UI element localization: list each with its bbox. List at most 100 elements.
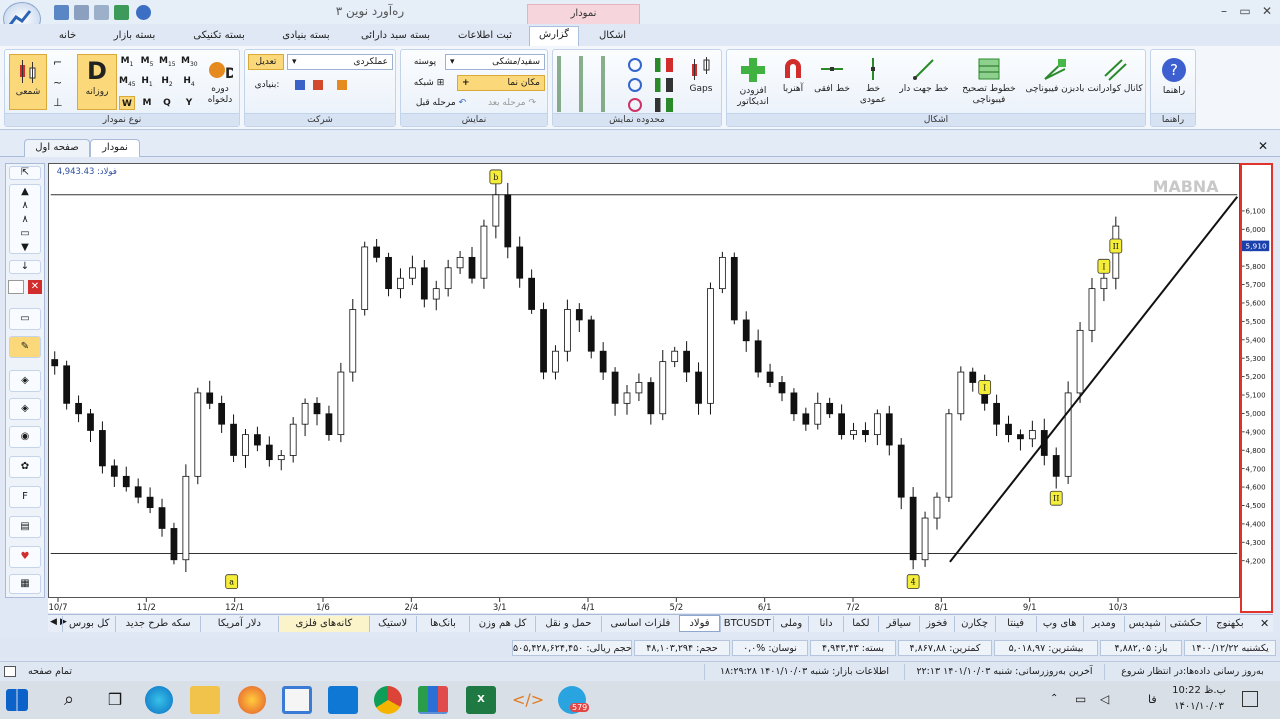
next-step-button[interactable]: مرحله بعد ↷ [481, 96, 543, 110]
menu-tab-1[interactable]: بسته بازار [97, 28, 172, 46]
fullscreen-label[interactable]: تمام صفحه [20, 664, 80, 680]
tadil-button[interactable]: تعدیل [248, 54, 284, 70]
symbol-tab-17[interactable]: بانک‌ها [415, 616, 469, 632]
symbol-tab-3[interactable]: ومدیر [1082, 616, 1124, 632]
magnet-button[interactable]: آهنربا [775, 56, 811, 95]
color-swatch[interactable] [8, 280, 24, 294]
price-chart[interactable]: فولاد: 4,943.43 MABNA ab4IIIIII [48, 163, 1240, 598]
grid-toggle[interactable]: شبکه ⊞ [405, 76, 453, 90]
vscode-icon[interactable]: </> [512, 686, 544, 714]
symbol-tab-11[interactable]: وملی [773, 616, 808, 632]
bonyadi-icon-2[interactable] [313, 80, 323, 90]
symbol-tab-12[interactable]: BTCUSDT [720, 616, 773, 632]
clock-time[interactable]: 10:22 ب.ظ [1172, 685, 1226, 696]
back-icon[interactable] [136, 5, 151, 20]
help-button[interactable]: ? راهنما [1155, 56, 1193, 97]
zoom-reset-icon[interactable] [628, 98, 642, 112]
delete-drawing-icon[interactable]: ✕ [28, 280, 42, 294]
save-icon[interactable] [54, 5, 69, 20]
fibonacci-retracement-button[interactable]: خطوط تصحیح فیبوناچی [955, 56, 1023, 106]
symbol-tab-21[interactable]: سکه طرح جدید [115, 616, 199, 632]
menu-tab-5[interactable]: ثبت اطلاعات [445, 28, 525, 46]
directional-line-button[interactable]: خط جهت دار [897, 56, 951, 95]
menu-tab-6[interactable]: گزارش [529, 26, 579, 46]
symbol-tab-10[interactable]: دانا [808, 616, 843, 632]
scroll-left-icon[interactable]: ◀ [50, 617, 57, 627]
vertical-line-button[interactable]: خط عمودی [853, 56, 893, 106]
symbol-tab-9[interactable]: لکما [843, 616, 878, 632]
cursor-button[interactable]: + مکان نما [457, 75, 545, 91]
menu-tab-7[interactable]: اشکال [585, 28, 640, 46]
tab-home-page[interactable]: صفحه اول [24, 139, 90, 157]
quadrant-channel-button[interactable]: کانال کوادرانت [1087, 56, 1143, 95]
range-candle-icon-3[interactable] [655, 98, 673, 112]
timeframe-h1[interactable]: H1 [139, 74, 155, 88]
horizontal-line-button[interactable]: خط افقی [813, 56, 851, 95]
theme-select[interactable]: سفید/مشکی ▾ [445, 54, 545, 70]
store-icon[interactable] [282, 686, 312, 714]
timeframe-m1[interactable]: M1 [119, 54, 135, 68]
symbol-tab-14[interactable]: فلزات اساسی [600, 616, 679, 632]
search-icon[interactable]: ⌕ [54, 686, 84, 714]
timeframe-m5[interactable]: M5 [139, 54, 155, 68]
timeframe-weekly[interactable]: W [119, 96, 135, 110]
symbol-tab-7[interactable]: فخوز [918, 616, 954, 632]
timeframe-m45[interactable]: M45 [119, 74, 136, 88]
symbol-tab-0[interactable]: بکهنوج [1205, 616, 1253, 632]
symbol-tab-16[interactable]: کل هم وزن [469, 616, 535, 632]
table-icon[interactable]: ▦ [9, 574, 41, 594]
indicator-icon-3[interactable]: ◉ [9, 426, 41, 448]
document-icon[interactable]: ▤ [9, 516, 41, 538]
excel-icon[interactable]: X [466, 686, 496, 714]
tray-chevron-icon[interactable]: ⌃ [1050, 693, 1058, 704]
pencil-icon[interactable]: ✎ [9, 336, 41, 358]
symbol-tab-6[interactable]: چکارن [953, 616, 995, 632]
mail-icon[interactable] [328, 686, 358, 714]
symbol-tab-20[interactable]: دلار آمریکا [199, 616, 278, 632]
menu-tab-2[interactable]: بسته تکنیکی [174, 28, 264, 46]
trend-line[interactable] [949, 196, 1239, 563]
symbol-tab-4[interactable]: های وپ [1035, 616, 1083, 632]
bonyadi-icon-1[interactable] [295, 80, 305, 90]
zoom-in-icon[interactable] [628, 58, 642, 72]
eraser-icon[interactable]: ▭ [9, 308, 41, 330]
prev-step-button[interactable]: مرحله قبل ↶ [405, 96, 477, 110]
timeframe-h4[interactable]: H4 [181, 74, 197, 88]
notification-icon[interactable] [1242, 691, 1258, 707]
menu-tab-3[interactable]: بسته بنیادی [266, 28, 346, 46]
zoom-out-icon[interactable] [628, 78, 642, 92]
chrome-icon[interactable] [374, 686, 402, 714]
network-icon[interactable]: ▭ [1075, 692, 1086, 706]
close-button[interactable]: ✕ [1258, 3, 1276, 19]
edge-icon[interactable] [145, 686, 173, 714]
fibonacci-fan-button[interactable]: بادبزن فیبوناچی [1025, 56, 1085, 95]
timeframe-yearly[interactable]: Y [181, 96, 197, 110]
indicator-icon-1[interactable]: ◈ [9, 370, 41, 392]
price-axis[interactable]: 4,200 4,300 4,400 4,500 4,600 4,700 4,800 4,900… [1240, 163, 1273, 613]
timeframe-quarterly[interactable]: Q [159, 96, 175, 110]
menu-tab-4[interactable]: بسته سبد دارائی [348, 28, 443, 46]
amalkardi-select[interactable]: عملکردی ▾ [287, 54, 393, 70]
minimize-button[interactable]: – [1215, 3, 1233, 19]
fullscreen-icon[interactable] [4, 666, 16, 677]
restore-button[interactable]: ▭ [1236, 3, 1254, 19]
scroll-up-icon[interactable]: ▲ ۸ ۸ ▭ ▼ [9, 184, 41, 254]
print-icon[interactable] [74, 5, 89, 20]
range-preset-grid[interactable] [557, 56, 623, 112]
line-chart-icon[interactable]: ~ [53, 76, 69, 90]
symbol-tab-1[interactable]: حکشتی [1164, 616, 1206, 632]
fundamental-icon[interactable]: F [9, 486, 41, 508]
gaps-button[interactable]: Gaps [683, 56, 719, 95]
symbol-tab-8[interactable]: سیاقر [877, 616, 919, 632]
symbol-tab-5[interactable]: فینتا [994, 616, 1036, 632]
timeframe-m30[interactable]: M30 [181, 54, 198, 68]
excel-export-icon[interactable] [114, 5, 129, 20]
close-tab-icon[interactable]: ✕ [1260, 617, 1269, 630]
heart-icon[interactable]: ♥ [9, 546, 41, 568]
custom-period-button[interactable]: D دوره دلخواه [201, 58, 239, 106]
daily-button[interactable]: D روزانه [77, 54, 117, 110]
step-chart-icon[interactable]: ⊥ [53, 96, 69, 110]
symbol-tab-18[interactable]: لاستیک [368, 616, 416, 632]
symbol-tab-22[interactable]: کل بورس [62, 616, 115, 632]
firefox-icon[interactable] [238, 686, 266, 714]
